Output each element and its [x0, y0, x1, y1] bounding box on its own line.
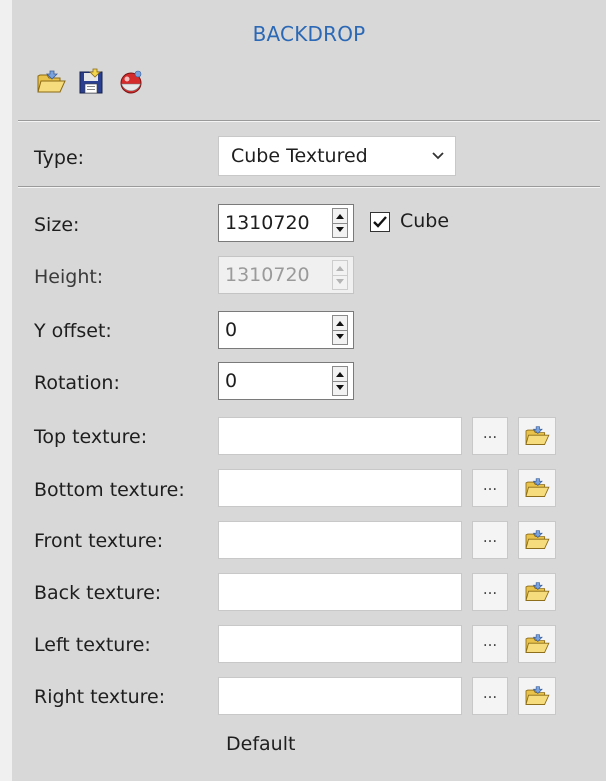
rotation-value: 0 [225, 370, 238, 392]
folder-open-icon [37, 70, 66, 93]
rotation-spin-buttons[interactable] [332, 366, 348, 396]
right-texture-label: Right texture: [34, 686, 166, 708]
spin-up-icon [333, 261, 347, 276]
top-texture-label: Top texture: [34, 426, 148, 448]
toolbar [34, 64, 148, 100]
folder-open-icon [525, 686, 550, 705]
left-texture-input[interactable] [218, 625, 462, 663]
backdrop-panel: BACKDROP Type: Cube Textured Size: 13107… [12, 0, 606, 781]
front-texture-input[interactable] [218, 521, 462, 559]
height-spinbox: 1310720 [218, 256, 354, 294]
folder-open-icon [525, 426, 550, 445]
front-texture-browse-button[interactable]: ... [472, 521, 508, 559]
back-texture-label: Back texture: [34, 582, 162, 604]
y-offset-spinbox[interactable]: 0 [218, 311, 354, 349]
bottom-texture-open-button[interactable] [518, 469, 556, 507]
back-texture-browse-button[interactable]: ... [472, 573, 508, 611]
checkmark-icon [373, 216, 387, 228]
folder-open-icon [525, 634, 550, 653]
back-texture-open-button[interactable] [518, 573, 556, 611]
panel-title: BACKDROP [252, 22, 366, 46]
right-texture-open-button[interactable] [518, 677, 556, 715]
spin-up-icon[interactable] [333, 316, 347, 331]
size-label: Size: [34, 214, 80, 236]
folder-open-icon [525, 478, 550, 497]
top-texture-browse-button[interactable]: ... [472, 417, 508, 455]
color-button[interactable] [114, 65, 148, 99]
height-spin-buttons [332, 260, 348, 290]
open-button[interactable] [34, 65, 68, 99]
save-icon [79, 68, 103, 94]
left-texture-open-button[interactable] [518, 625, 556, 663]
right-texture-input[interactable] [218, 677, 462, 715]
left-texture-label: Left texture: [34, 634, 151, 656]
save-button[interactable] [74, 65, 108, 99]
front-texture-open-button[interactable] [518, 521, 556, 559]
y-offset-label: Y offset: [34, 320, 112, 342]
color-sphere-icon [120, 70, 142, 94]
right-texture-browse-button[interactable]: ... [472, 677, 508, 715]
rotation-label: Rotation: [34, 372, 120, 394]
rotation-spinbox[interactable]: 0 [218, 362, 354, 400]
spin-up-icon[interactable] [333, 209, 347, 224]
cube-checkbox[interactable] [370, 212, 390, 232]
left-texture-browse-button[interactable]: ... [472, 625, 508, 663]
size-spinbox[interactable]: 1310720 [218, 204, 354, 242]
top-texture-input[interactable] [218, 417, 462, 455]
spin-up-icon[interactable] [333, 367, 347, 382]
cube-label: Cube [400, 210, 450, 232]
separator [18, 120, 600, 122]
y-offset-value: 0 [225, 319, 238, 341]
type-value: Cube Textured [231, 145, 368, 167]
back-texture-input[interactable] [218, 573, 462, 611]
chevron-down-icon [432, 152, 444, 160]
folder-open-icon [525, 530, 550, 549]
size-value: 1310720 [225, 212, 310, 234]
bottom-texture-input[interactable] [218, 469, 462, 507]
spin-down-icon [333, 275, 347, 289]
spin-down-icon[interactable] [333, 223, 347, 237]
type-dropdown[interactable]: Cube Textured [218, 136, 456, 176]
height-value: 1310720 [225, 264, 310, 286]
front-texture-label: Front texture: [34, 530, 164, 552]
default-link[interactable]: Default [226, 733, 295, 755]
separator [18, 186, 600, 188]
bottom-texture-label: Bottom texture: [34, 479, 185, 501]
spin-down-icon[interactable] [333, 381, 347, 395]
folder-open-icon [525, 582, 550, 601]
spin-down-icon[interactable] [333, 330, 347, 344]
type-label: Type: [34, 147, 85, 169]
top-texture-open-button[interactable] [518, 417, 556, 455]
y-offset-spin-buttons[interactable] [332, 315, 348, 345]
bottom-texture-browse-button[interactable]: ... [472, 469, 508, 507]
height-label: Height: [34, 266, 104, 288]
size-spin-buttons[interactable] [332, 208, 348, 238]
